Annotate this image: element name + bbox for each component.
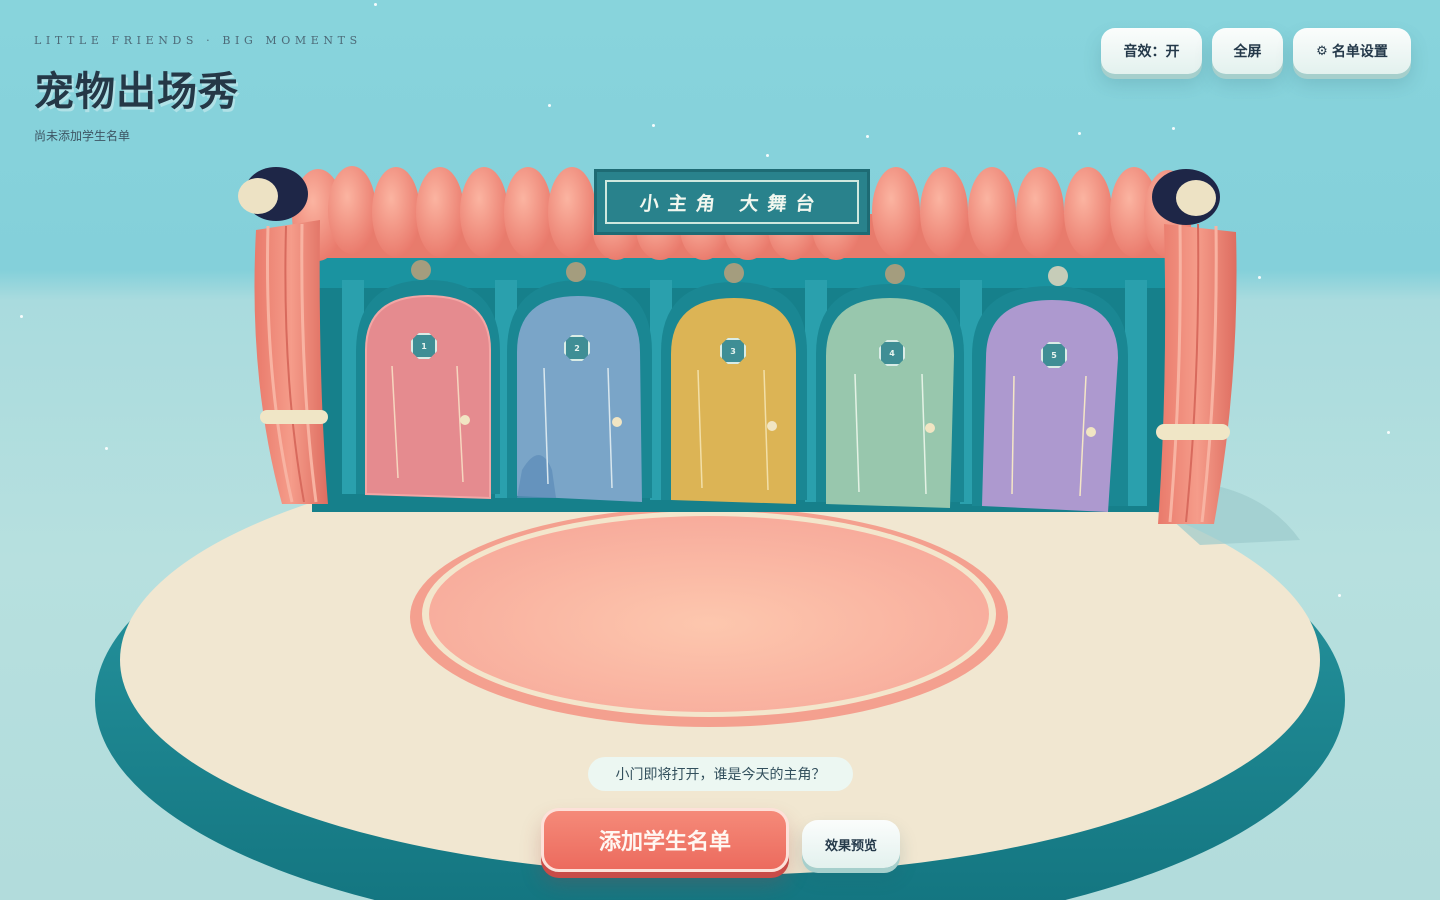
door-1[interactable] <box>365 294 491 500</box>
door-number-badge: 5 <box>1041 342 1067 368</box>
hint-text: 小门即将打开，谁是今天的主角？ <box>615 767 826 783</box>
stage-sign: 小主角 大舞台 <box>594 169 870 235</box>
door-number-badge: 3 <box>720 338 746 364</box>
door-2[interactable] <box>517 296 642 502</box>
door-4[interactable] <box>826 298 954 508</box>
door-number-badge: 4 <box>879 340 905 366</box>
right-curtain <box>1156 223 1237 524</box>
hint-bubble: 小门即将打开，谁是今天的主角？ <box>588 757 853 791</box>
left-spotlight <box>238 167 308 221</box>
door-number-badge: 2 <box>564 335 590 361</box>
add-roster-button[interactable]: 添加学生名单 <box>541 808 789 872</box>
stage-sign-text: 小主角 大舞台 <box>638 192 825 215</box>
left-curtain <box>254 220 328 504</box>
door-3[interactable] <box>671 298 796 504</box>
right-spotlight <box>1152 169 1220 225</box>
preview-button[interactable]: 效果预览 <box>802 820 900 868</box>
add-roster-label: 添加学生名单 <box>598 830 731 855</box>
preview-label: 效果预览 <box>824 838 877 854</box>
door-5[interactable] <box>982 300 1118 512</box>
stage-circle <box>429 516 989 712</box>
